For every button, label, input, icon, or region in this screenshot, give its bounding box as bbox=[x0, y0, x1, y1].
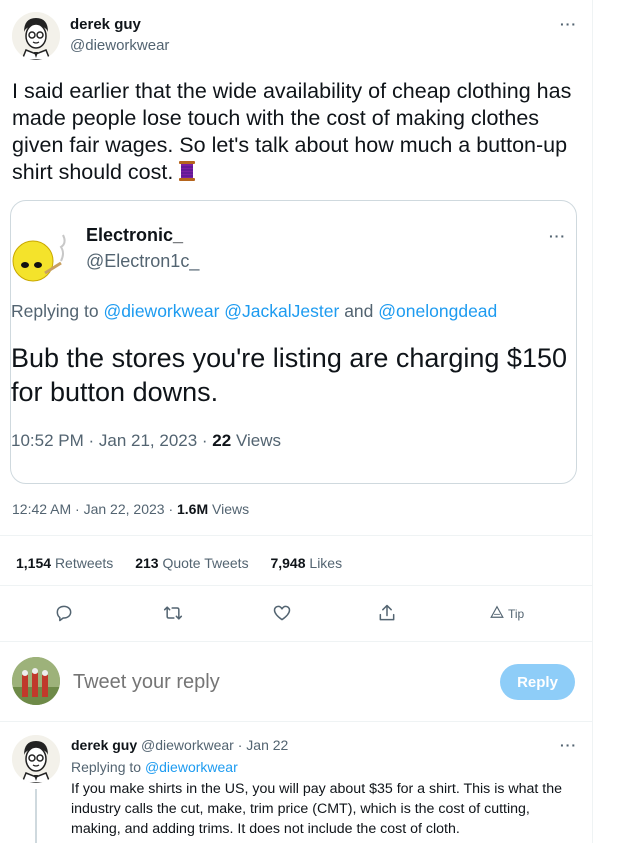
reply-replying-to: Replying to @dieworkwear bbox=[71, 759, 238, 775]
quoted-author-name[interactable]: Electronic_ bbox=[86, 225, 183, 246]
reply-more-horizontal-icon[interactable]: ··· bbox=[560, 737, 577, 753]
quote-tweets-stat[interactable]: 213 Quote Tweets bbox=[135, 555, 248, 571]
divider bbox=[0, 535, 592, 536]
quoted-tweet-text: Bub the stores you're listing are chargi… bbox=[11, 343, 567, 407]
quoted-views-label: Views bbox=[235, 431, 281, 450]
author-handle[interactable]: @dieworkwear bbox=[70, 37, 169, 54]
replying-to-and: and bbox=[344, 301, 374, 321]
quoted-timestamp[interactable]: 10:52 PM · Jan 21, 2023 · bbox=[11, 431, 208, 450]
retweets-label: Retweets bbox=[54, 555, 114, 571]
tweet-meta: 12:42 AM · Jan 22, 2023 · 1.6M Views bbox=[12, 501, 249, 517]
replying-to-last-handle[interactable]: @onelongdead bbox=[378, 301, 497, 321]
quoted-tweet-meta: 10:52 PM · Jan 21, 2023 · 22 Views bbox=[11, 431, 281, 451]
likes-count: 7,948 bbox=[270, 555, 306, 571]
author-name[interactable]: derek guy bbox=[70, 16, 141, 33]
tweet-text-body: I said earlier that the wide availabilit… bbox=[12, 79, 572, 184]
reply-date[interactable]: · Jan 22 bbox=[238, 737, 289, 753]
tip-button[interactable]: Tip bbox=[490, 605, 524, 622]
tip-label: Tip bbox=[508, 606, 525, 621]
tweet-stats: 1,154 Retweets 213 Quote Tweets 7,948 Li… bbox=[16, 555, 360, 571]
thread-line bbox=[35, 789, 37, 843]
quoted-more-horizontal-icon[interactable]: ··· bbox=[549, 228, 566, 244]
share-icon[interactable] bbox=[375, 601, 399, 625]
tweet-text: I said earlier that the wide availabilit… bbox=[12, 78, 584, 186]
reply-author-avatar[interactable] bbox=[12, 735, 60, 783]
tweet-timestamp[interactable]: 12:42 AM · Jan 22, 2023 · bbox=[12, 501, 173, 517]
quotes-label: Quote Tweets bbox=[162, 555, 249, 571]
current-user-avatar[interactable] bbox=[12, 657, 60, 705]
retweets-stat[interactable]: 1,154 Retweets bbox=[16, 555, 113, 571]
reply-icon[interactable] bbox=[52, 601, 76, 625]
heart-icon[interactable] bbox=[270, 601, 294, 625]
quoted-tweet[interactable]: Electronic_ @Electron1c_ ··· Replying to… bbox=[10, 200, 577, 484]
reply-replying-to-handle[interactable]: @dieworkwear bbox=[145, 759, 238, 775]
quoted-author-handle[interactable]: @Electron1c_ bbox=[86, 251, 199, 272]
reply-replying-to-prefix: Replying to bbox=[71, 759, 142, 775]
reply-tweet-header: derek guy @dieworkwear · Jan 22 bbox=[71, 737, 288, 753]
reply-author-name[interactable]: derek guy bbox=[71, 737, 137, 753]
reply-tweet-text: If you make shirts in the US, you will p… bbox=[71, 781, 563, 837]
likes-stat[interactable]: 7,948 Likes bbox=[270, 555, 342, 571]
divider bbox=[0, 641, 592, 642]
more-horizontal-icon[interactable]: ··· bbox=[560, 16, 577, 32]
retweet-icon[interactable] bbox=[161, 601, 185, 625]
action-bar: Tip bbox=[0, 597, 592, 631]
author-avatar[interactable] bbox=[12, 12, 60, 60]
retweets-count: 1,154 bbox=[16, 555, 52, 571]
column-border bbox=[592, 0, 593, 843]
replying-to-handles[interactable]: @dieworkwear @JackalJester bbox=[103, 301, 339, 321]
reply-input[interactable] bbox=[73, 668, 473, 696]
reply-button[interactable]: Reply bbox=[500, 664, 575, 700]
quoted-views-count: 22 bbox=[212, 431, 232, 450]
reply-author-handle[interactable]: @dieworkwear bbox=[141, 737, 234, 753]
spool-of-thread-icon bbox=[177, 160, 197, 182]
quoted-author-avatar[interactable] bbox=[11, 223, 75, 287]
views-count: 1.6M bbox=[177, 501, 209, 517]
replying-to-prefix: Replying to bbox=[11, 301, 99, 321]
tip-icon bbox=[490, 605, 504, 622]
likes-label: Likes bbox=[309, 555, 343, 571]
quoted-replying-to: Replying to @dieworkwear @JackalJester a… bbox=[11, 301, 497, 322]
views-label[interactable]: Views bbox=[212, 501, 249, 517]
divider bbox=[0, 585, 592, 586]
quotes-count: 213 bbox=[135, 555, 159, 571]
divider bbox=[0, 721, 592, 722]
